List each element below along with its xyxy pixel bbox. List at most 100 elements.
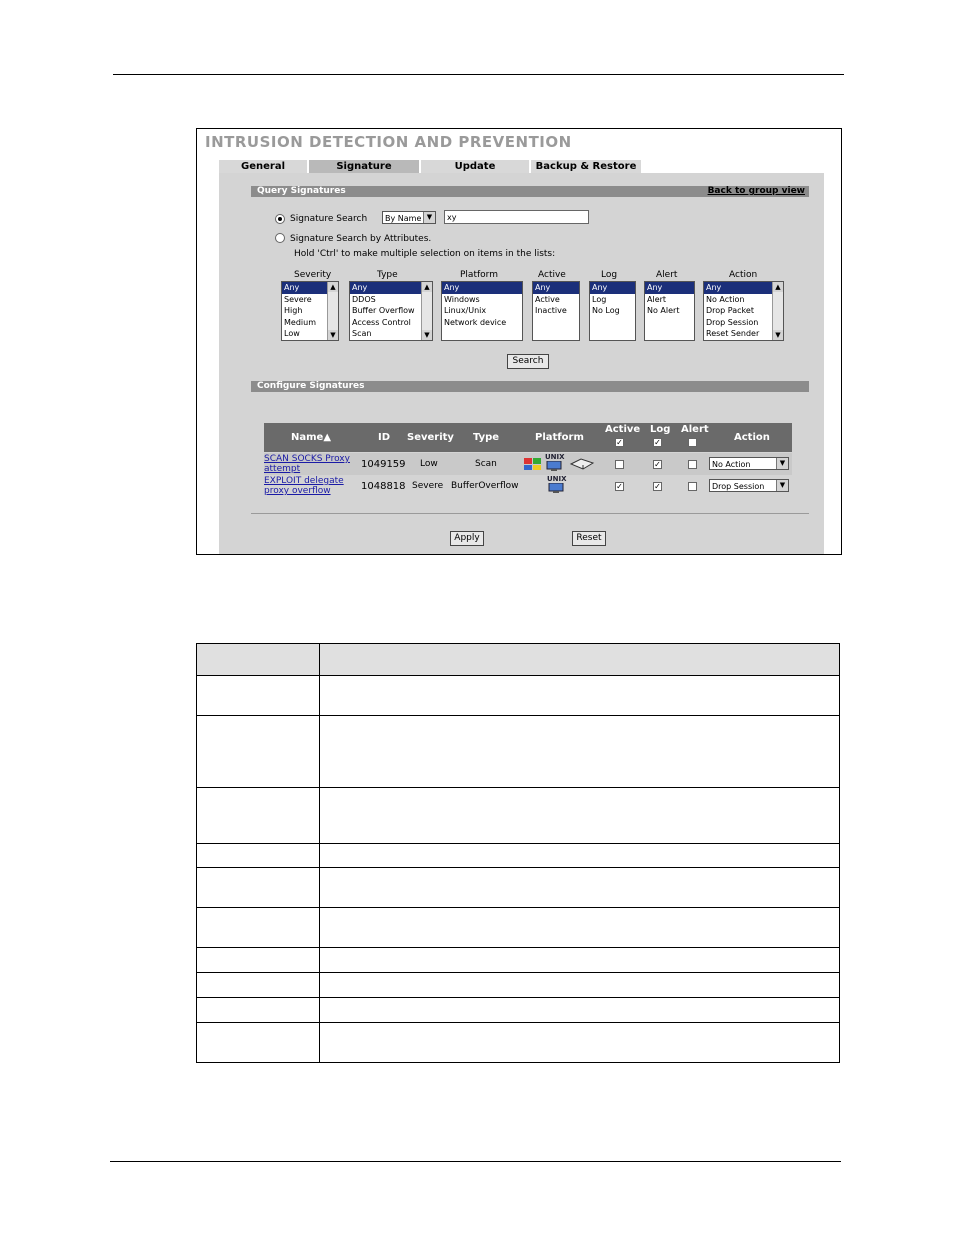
table-row xyxy=(196,997,840,1023)
table-cell xyxy=(196,715,320,788)
list-item[interactable]: Windows xyxy=(442,294,522,306)
log-all-checkbox[interactable]: ✓ xyxy=(653,438,662,447)
configure-signatures-title: Configure Signatures xyxy=(257,381,365,391)
table-cell xyxy=(319,867,840,908)
chevron-down-icon: ▼ xyxy=(776,480,788,491)
list-item[interactable]: Buffer Overflow xyxy=(350,305,432,317)
signature-type: BufferOverflow xyxy=(451,481,519,491)
table-row: SCAN SOCKS Proxy attempt 1049159 Low Scan… xyxy=(264,453,792,475)
alert-listbox[interactable]: Any Alert No Alert xyxy=(644,281,695,341)
type-listbox[interactable]: Any DDOS Buffer Overflow Access Control … xyxy=(349,281,433,341)
scrollbar[interactable]: ▲ ▼ xyxy=(327,282,338,340)
tab-update[interactable]: Update xyxy=(421,160,529,173)
severity-listbox[interactable]: Any Severe High Medium Low ▲ ▼ xyxy=(281,281,339,341)
platform-listbox[interactable]: Any Windows Linux/Unix Network device xyxy=(441,281,523,341)
list-item[interactable]: Linux/Unix xyxy=(442,305,522,317)
list-item[interactable]: Log xyxy=(590,294,635,306)
table-cell xyxy=(319,643,840,676)
table-cell xyxy=(319,787,840,844)
list-item[interactable]: Inactive xyxy=(533,305,579,317)
signature-search-radio[interactable] xyxy=(275,214,285,224)
divider xyxy=(251,513,809,514)
description-table xyxy=(196,643,840,1063)
arrow-down-icon[interactable]: ▼ xyxy=(422,330,432,340)
signature-search-attributes-label: Signature Search by Attributes. xyxy=(290,234,432,244)
active-checkbox[interactable] xyxy=(615,460,624,469)
table-cell xyxy=(319,843,840,868)
column-severity-header: Severity xyxy=(407,432,454,443)
table-row xyxy=(196,972,840,998)
configure-signatures-bar: Configure Signatures xyxy=(251,381,809,392)
list-item[interactable]: No Alert xyxy=(645,305,694,317)
list-item[interactable]: Any xyxy=(645,282,694,294)
search-button[interactable]: Search xyxy=(507,354,549,369)
column-alert-header: Alert xyxy=(681,424,709,435)
arrow-up-icon[interactable]: ▲ xyxy=(328,282,338,292)
reset-button[interactable]: Reset xyxy=(572,531,606,546)
tab-signature[interactable]: Signature xyxy=(309,160,419,173)
log-list-label: Log xyxy=(601,270,618,280)
list-item[interactable]: Scan xyxy=(350,328,432,340)
action-listbox[interactable]: Any No Action Drop Packet Drop Session R… xyxy=(703,281,784,341)
active-listbox[interactable]: Any Active Inactive xyxy=(532,281,580,341)
column-action-header: Action xyxy=(734,432,770,443)
list-item[interactable]: Any xyxy=(590,282,635,294)
signature-id: 1049159 xyxy=(361,459,406,470)
alert-all-checkbox[interactable] xyxy=(688,438,697,447)
arrow-up-icon[interactable]: ▲ xyxy=(422,282,432,292)
signature-id: 1048818 xyxy=(361,481,406,492)
column-type-header: Type xyxy=(473,432,500,443)
apply-button[interactable]: Apply xyxy=(450,531,484,546)
signature-name-link[interactable]: EXPLOIT delegate proxy overflow xyxy=(264,476,344,496)
network-device-icon xyxy=(569,458,595,472)
column-platform-header: Platform xyxy=(535,432,584,443)
search-text-input[interactable]: xy xyxy=(444,210,589,224)
scrollbar[interactable]: ▲ ▼ xyxy=(421,282,432,340)
list-item[interactable]: Any xyxy=(442,282,522,294)
table-cell xyxy=(196,1022,320,1063)
column-name-header[interactable]: Name▲ xyxy=(291,432,331,443)
table-cell xyxy=(319,675,840,716)
active-all-checkbox[interactable]: ✓ xyxy=(615,438,624,447)
list-item[interactable]: Network device xyxy=(442,317,522,329)
log-checkbox[interactable]: ✓ xyxy=(653,460,662,469)
list-item[interactable]: Alert xyxy=(645,294,694,306)
table-row xyxy=(196,675,840,716)
table-row xyxy=(196,1022,840,1063)
list-item[interactable]: Active xyxy=(533,294,579,306)
table-cell xyxy=(319,715,840,788)
table-cell xyxy=(319,972,840,998)
arrow-down-icon[interactable]: ▼ xyxy=(773,330,783,340)
page-title: INTRUSION DETECTION AND PREVENTION xyxy=(205,133,572,151)
list-item[interactable]: Any xyxy=(533,282,579,294)
tab-general[interactable]: General xyxy=(219,160,307,173)
tab-backup-restore[interactable]: Backup & Restore xyxy=(531,160,641,173)
severity-list-label: Severity xyxy=(294,270,332,280)
arrow-down-icon[interactable]: ▼ xyxy=(328,330,338,340)
alert-checkbox[interactable] xyxy=(688,482,697,491)
action-select[interactable]: No Action ▼ xyxy=(709,457,789,470)
search-by-select[interactable]: By Name ▼ xyxy=(382,211,436,224)
list-item[interactable]: DDOS xyxy=(350,294,432,306)
active-checkbox[interactable]: ✓ xyxy=(615,482,624,491)
signature-name-link[interactable]: SCAN SOCKS Proxy attempt xyxy=(264,454,350,474)
table-row xyxy=(196,907,840,948)
action-select[interactable]: Drop Session ▼ xyxy=(709,479,789,492)
platform-list-label: Platform xyxy=(460,270,498,280)
table-row: EXPLOIT delegate proxy overflow 1048818 S… xyxy=(264,475,792,497)
alert-checkbox[interactable] xyxy=(688,460,697,469)
log-checkbox[interactable]: ✓ xyxy=(653,482,662,491)
page-bottom-rule xyxy=(110,1161,841,1162)
list-item[interactable]: Access Control xyxy=(350,317,432,329)
scrollbar[interactable]: ▲ ▼ xyxy=(772,282,783,340)
type-list-label: Type xyxy=(377,270,398,280)
back-to-group-view-link[interactable]: Back to group view xyxy=(708,186,805,197)
table-cell xyxy=(319,907,840,948)
table-cell xyxy=(196,843,320,868)
arrow-up-icon[interactable]: ▲ xyxy=(773,282,783,292)
signature-search-attributes-radio[interactable] xyxy=(275,233,285,243)
screenshot-frame: INTRUSION DETECTION AND PREVENTION Gener… xyxy=(196,128,842,555)
list-item[interactable]: Any xyxy=(350,282,432,294)
list-item[interactable]: No Log xyxy=(590,305,635,317)
log-listbox[interactable]: Any Log No Log xyxy=(589,281,636,341)
